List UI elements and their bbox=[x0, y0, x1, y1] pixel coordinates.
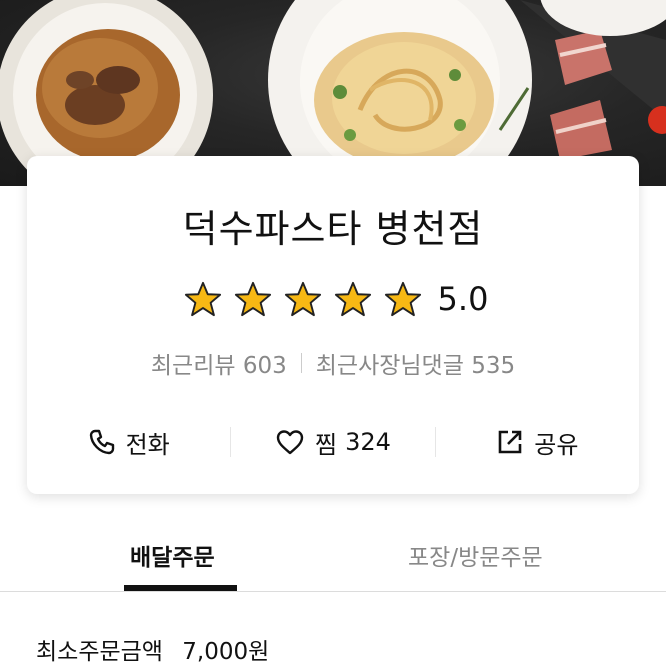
divider bbox=[300, 353, 302, 373]
tab-delivery[interactable]: 배달주문 bbox=[130, 538, 215, 572]
share-icon bbox=[498, 430, 522, 454]
action-bar: 전화 찜 324 공유 bbox=[27, 418, 639, 466]
share-label: 공유 bbox=[534, 430, 579, 459]
rating-row: 5.0 bbox=[27, 280, 639, 318]
recent-reviews-count: 603 bbox=[242, 353, 287, 379]
call-label: 전화 bbox=[125, 430, 170, 459]
min-order-label: 최소주문금액 bbox=[36, 639, 163, 665]
heart-icon bbox=[276, 430, 304, 455]
owner-replies-link[interactable]: 최근사장님댓글 535 bbox=[316, 346, 515, 380]
recent-reviews-label: 최근리뷰 bbox=[150, 353, 236, 379]
owner-replies-label: 최근사장님댓글 bbox=[315, 353, 464, 379]
active-tab-indicator bbox=[124, 585, 237, 591]
rating-value: 5.0 bbox=[437, 280, 489, 318]
review-stats: 최근리뷰 603 최근사장님댓글 535 bbox=[27, 346, 639, 380]
tab-pickup[interactable]: 포장/방문주문 bbox=[408, 538, 543, 572]
favorite-button[interactable]: 찜 324 bbox=[231, 418, 434, 466]
star-icon bbox=[234, 281, 271, 317]
favorite-label: 찜 bbox=[315, 430, 338, 459]
share-button[interactable]: 공유 bbox=[436, 418, 639, 466]
call-button[interactable]: 전화 bbox=[27, 418, 230, 466]
star-icon bbox=[334, 281, 371, 317]
store-name: 덕수파스타 병천점 bbox=[182, 207, 484, 251]
star-icon bbox=[184, 281, 221, 317]
favorite-count: 324 bbox=[345, 428, 391, 456]
star-icon bbox=[384, 281, 421, 317]
order-type-tabs: 배달주문 포장/방문주문 bbox=[0, 520, 666, 592]
min-order-row: 최소주문금액 7,000원 bbox=[36, 632, 269, 666]
min-order-value: 7,000원 bbox=[182, 639, 270, 665]
owner-replies-count: 535 bbox=[471, 353, 516, 379]
star-icon bbox=[284, 281, 321, 317]
recent-reviews-link[interactable]: 최근리뷰 603 bbox=[151, 346, 287, 380]
store-info-card: 덕수파스타 병천점 5.0 최근리뷰 603 최근사장님댓글 535 전화 찜 … bbox=[27, 156, 639, 494]
phone-icon bbox=[89, 429, 114, 455]
